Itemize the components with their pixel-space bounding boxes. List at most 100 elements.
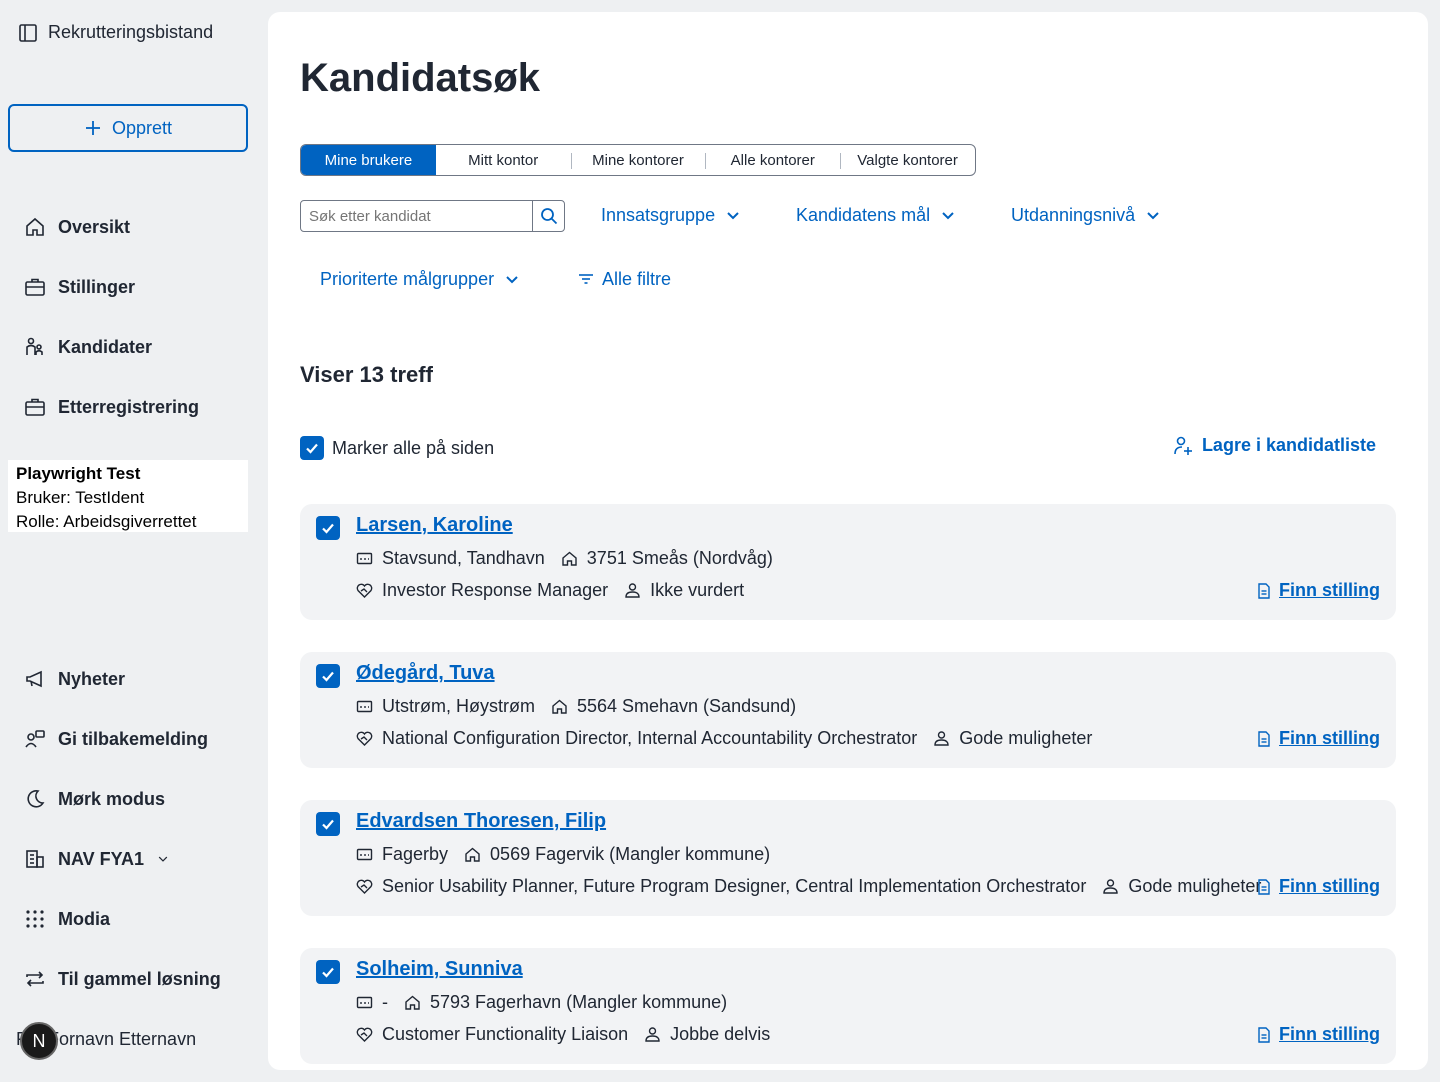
chevron-down-icon — [727, 212, 739, 220]
user-info: Playwright Test Bruker: TestIdent Rolle:… — [8, 460, 248, 532]
user-role: Rolle: Arbeidsgiverrettet — [16, 512, 197, 531]
select-all-checkbox[interactable]: Marker alle på siden — [300, 436, 494, 460]
candidate-name-link[interactable]: Edvardsen Thoresen, Filip — [356, 810, 606, 833]
house-icon — [405, 995, 420, 1010]
moon-icon — [27, 790, 45, 808]
sidebar-item-kandidater[interactable]: Kandidater — [24, 332, 152, 362]
search-button[interactable] — [532, 201, 564, 231]
sidebar-item-oversikt[interactable]: Oversikt — [24, 212, 130, 242]
office-tabs: Mine brukere Mitt kontor Mine kontorer A… — [300, 144, 976, 176]
document-icon — [1258, 878, 1270, 895]
candidate-checkbox[interactable] — [316, 516, 340, 540]
house-icon — [26, 217, 44, 236]
handshake-heart-icon — [356, 879, 373, 894]
buildings-icon — [26, 850, 44, 868]
create-button[interactable]: Opprett — [8, 104, 248, 152]
candidate-name-link[interactable]: Larsen, Karoline — [356, 514, 513, 537]
candidate-location-row: Utstrøm, Høystrøm 5564 Smehavn (Sandsund… — [356, 696, 796, 717]
sidebar-item-tilbakemelding[interactable]: Gi tilbakemelding — [24, 724, 208, 754]
candidate-name-link[interactable]: Solheim, Sunniva — [356, 958, 523, 981]
chevron-down-icon — [1147, 212, 1159, 220]
candidate-goals-row: National Configuration Director, Interna… — [356, 728, 1092, 749]
person-assessment-icon — [1103, 879, 1119, 894]
handshake-heart-icon — [356, 583, 373, 598]
grid-icon — [26, 910, 44, 928]
chevron-down-icon — [942, 212, 954, 220]
candidate-goals-row: Customer Functionality Liaison Jobbe del… — [356, 1024, 770, 1045]
person-assessment-icon — [934, 731, 949, 746]
find-position-label: Finn stilling — [1279, 580, 1380, 600]
find-position-label: Finn stilling — [1279, 1024, 1380, 1044]
tab-mitt-kontor[interactable]: Mitt kontor — [436, 145, 571, 175]
sidebar-item-dark-mode[interactable]: Mørk modus — [24, 784, 165, 814]
filter-label: Utdanningsnivå — [1011, 204, 1136, 225]
find-position-link[interactable]: Finn stilling — [1257, 728, 1380, 749]
chevron-down-icon — [158, 856, 168, 862]
candidate-address: 5564 Smehavn (Sandsund) — [576, 696, 797, 716]
sidebar-item-nyheter[interactable]: Nyheter — [24, 664, 125, 694]
filter-kandidatens-maal[interactable]: Kandidatens mål — [796, 200, 956, 230]
save-to-list-button[interactable]: Lagre i kandidatliste — [1172, 434, 1376, 456]
candidate-name-link[interactable]: Ødegård, Tuva — [356, 662, 495, 685]
megaphone-icon — [26, 670, 42, 688]
candidate-checkbox[interactable] — [316, 812, 340, 836]
filter-prioriterte-maalgrupper[interactable]: Prioriterte målgrupper — [320, 264, 520, 294]
user-ident: Bruker: TestIdent — [16, 488, 145, 507]
tab-alle-kontorer[interactable]: Alle kontorer — [705, 145, 840, 175]
tab-valgte-kontorer[interactable]: Valgte kontorer — [840, 145, 975, 175]
briefcase-icon — [25, 398, 45, 416]
candidate-checkbox[interactable] — [316, 664, 340, 688]
find-position-link[interactable]: Finn stilling — [1257, 1024, 1380, 1045]
tab-mine-kontorer[interactable]: Mine kontorer — [570, 145, 706, 175]
id-card-icon — [356, 848, 373, 861]
candidate-checkbox[interactable] — [316, 960, 340, 984]
search-box — [300, 200, 565, 232]
id-card-icon — [356, 552, 373, 565]
filter-innsatsgruppe[interactable]: Innsatsgruppe — [601, 200, 741, 230]
sidebar-item-etterregistrering[interactable]: Etterregistrering — [24, 392, 199, 422]
all-filters-button[interactable]: Alle filtre — [578, 264, 671, 294]
sidebar-item-label: Gi tilbakemelding — [58, 728, 209, 749]
sidebar-toggle-icon[interactable] — [18, 23, 38, 43]
chevron-down-icon — [506, 276, 518, 284]
account-name: Fornavn Etternavn — [48, 1028, 197, 1049]
document-icon — [1258, 1026, 1270, 1043]
sidebar-item-modia[interactable]: Modia — [24, 904, 110, 934]
candidate-assessment: Ikke vurdert — [650, 580, 745, 600]
briefcase-icon — [25, 278, 45, 296]
house-icon — [562, 551, 577, 566]
tab-mine-brukere[interactable]: Mine brukere — [301, 145, 436, 175]
search-icon — [540, 208, 557, 225]
candidate-location-row: Stavsund, Tandhavn 3751 Smeås (Nordvåg) — [356, 548, 773, 569]
sidebar-item-stillinger[interactable]: Stillinger — [24, 272, 135, 302]
candidate-goals: National Configuration Director, Interna… — [382, 728, 918, 748]
candidate-goals: Investor Response Manager — [382, 580, 609, 600]
create-label: Opprett — [111, 117, 173, 138]
sidebar-item-label: Oversikt — [58, 216, 131, 237]
candidate-address: 3751 Smeås (Nordvåg) — [586, 548, 773, 568]
sidebar-item-office[interactable]: NAV FYA1 — [24, 844, 170, 874]
filter-label: Alle filtre — [602, 268, 672, 289]
person-assessment-icon — [645, 1027, 660, 1042]
candidate-assessment: Jobbe delvis — [670, 1024, 771, 1044]
app-brand[interactable]: Rekrutteringsbistand — [18, 22, 213, 43]
page-title: Kandidatsøk — [300, 56, 541, 100]
id-card-icon — [356, 996, 373, 1009]
checkbox[interactable] — [300, 436, 324, 460]
sidebar-item-old-solution[interactable]: Til gammel løsning — [24, 964, 221, 994]
find-position-link[interactable]: Finn stilling — [1257, 580, 1380, 601]
find-position-link[interactable]: Finn stilling — [1257, 876, 1380, 897]
candidate-location: Fagerby — [382, 844, 449, 864]
find-position-label: Finn stilling — [1279, 876, 1380, 896]
id-card-icon — [356, 700, 373, 713]
search-input[interactable] — [301, 201, 532, 231]
candidate-location-row: - 5793 Fagerhavn (Mangler kommune) — [356, 992, 727, 1013]
filter-utdanningsniva[interactable]: Utdanningsnivå — [1011, 200, 1161, 230]
avatar[interactable]: N — [20, 1022, 58, 1060]
candidate-assessment: Gode muligheter — [959, 728, 1093, 748]
sidebar-item-label: Etterregistrering — [58, 396, 200, 417]
sidebar-item-label: Stillinger — [58, 276, 136, 297]
document-icon — [1258, 582, 1270, 599]
candidate-address: 0569 Fagervik (Mangler kommune) — [490, 844, 771, 864]
people-icon — [26, 337, 43, 355]
